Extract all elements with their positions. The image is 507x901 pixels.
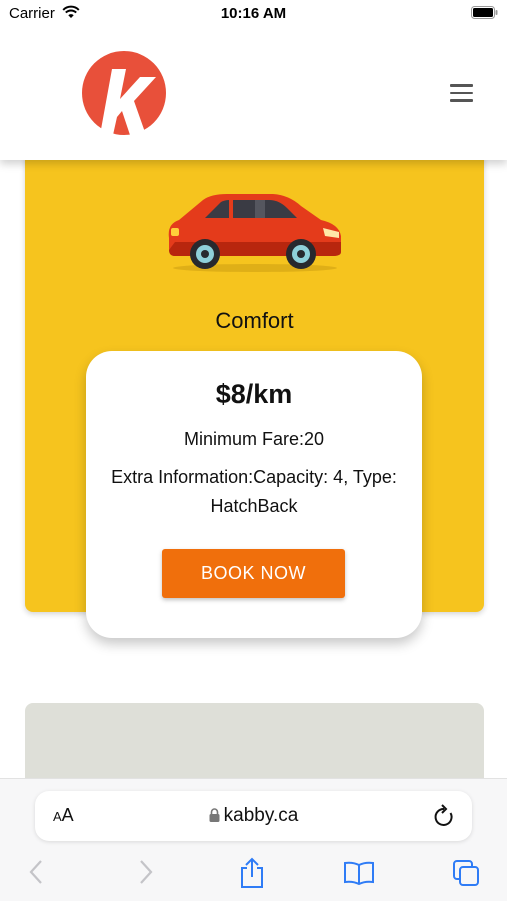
lock-icon [209,808,220,822]
kabby-logo-icon[interactable] [82,51,166,135]
forward-icon[interactable] [138,859,154,885]
hamburger-menu-button[interactable] [450,84,478,106]
price-per-km: $8/km [215,379,293,409]
browser-toolbar: AA kabby.ca [0,778,507,901]
plan-name: Comfort [215,308,294,333]
extra-information: Extra Information:Capacity: 4, Type: Hat… [111,467,397,516]
bookmarks-icon[interactable] [343,861,375,885]
reload-icon[interactable] [433,804,455,828]
car-icon [168,194,341,272]
back-icon[interactable] [28,859,44,885]
hamburger-icon [450,84,473,87]
book-now-button[interactable]: BOOK NOW [162,549,345,598]
status-bar: Carrier 10:16 AM [0,0,507,26]
site-header [0,26,507,160]
url-display[interactable]: kabby.ca [35,805,472,827]
battery-icon [471,6,498,19]
address-bar[interactable]: AA kabby.ca [35,791,472,841]
minimum-fare: Minimum Fare:20 [183,429,325,449]
url-text: kabby.ca [223,805,299,826]
clock: 10:16 AM [220,5,287,22]
share-icon[interactable] [239,857,265,889]
tabs-icon[interactable] [452,859,480,887]
price-card: $8/km Minimum Fare:20 Extra Information:… [86,351,422,638]
